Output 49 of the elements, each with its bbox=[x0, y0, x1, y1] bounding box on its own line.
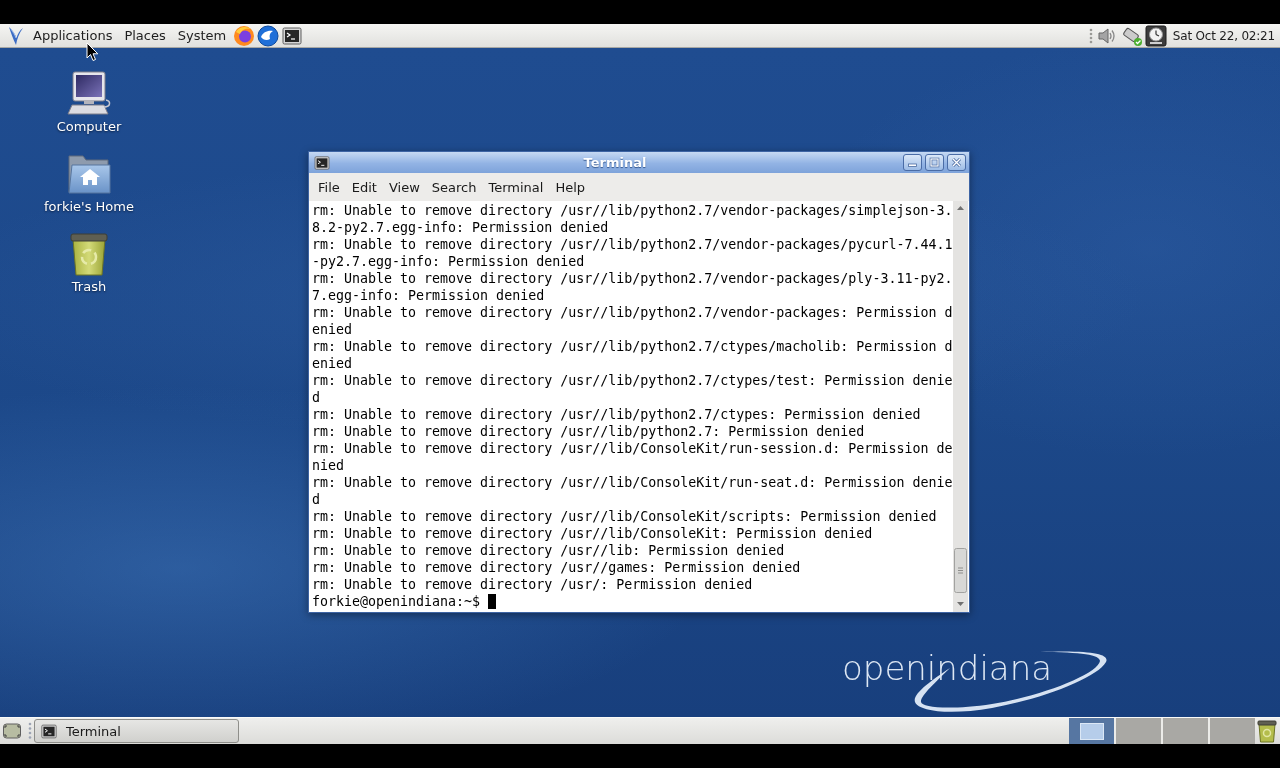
menu-item[interactable]: Search bbox=[425, 175, 483, 199]
menu-item[interactable]: Edit bbox=[345, 175, 383, 199]
close-icon bbox=[951, 157, 962, 168]
terminal-output-line: rm: Unable to remove directory /usr//lib/python2.7/ctypes: Permission denied bbox=[312, 406, 922, 423]
workspace-tile[interactable] bbox=[1116, 718, 1161, 744]
panel-menu[interactable]: Places bbox=[118, 24, 172, 47]
logo-icon[interactable] bbox=[8, 25, 24, 46]
terminal-output-line: rm: Unable to remove directory /usr//lib/python2.7: Permission denied bbox=[312, 423, 866, 440]
icon-label[interactable]: Trash bbox=[71, 278, 107, 295]
computer-icon[interactable] bbox=[65, 70, 113, 118]
workspace-tile[interactable] bbox=[1069, 718, 1114, 744]
icon-label[interactable]: forkie's Home bbox=[44, 198, 134, 215]
clock-icon[interactable] bbox=[1144, 24, 1167, 47]
panel-menu[interactable]: System bbox=[171, 24, 233, 47]
icon-label[interactable]: Computer bbox=[56, 118, 122, 135]
globe-icon[interactable] bbox=[233, 24, 256, 47]
taskbar-button[interactable]: Terminal bbox=[34, 719, 239, 743]
menu-item[interactable]: View bbox=[382, 175, 426, 199]
terminal-output-line: rm: Unable to remove directory /usr/: Permission denied bbox=[312, 576, 754, 593]
window-title: Terminal bbox=[582, 155, 648, 170]
menu-item[interactable]: Terminal bbox=[482, 175, 550, 199]
terminal-icon[interactable] bbox=[282, 26, 303, 45]
terminal-output-line: rm: Unable to remove directory /usr//games: Permission denied bbox=[312, 559, 802, 576]
terminal-output-line: rm: Unable to remove directory /usr//lib: Permission denied bbox=[312, 542, 786, 559]
maximize-icon bbox=[929, 157, 940, 168]
scrollbar[interactable] bbox=[953, 201, 968, 612]
grip-icon[interactable] bbox=[1088, 27, 1093, 44]
scrollbar-thumb[interactable] bbox=[954, 548, 967, 593]
grip-icon[interactable] bbox=[28, 722, 32, 740]
panel-clock[interactable]: Sat Oct 22, 02:21 bbox=[1166, 24, 1280, 47]
bird-globe-icon[interactable] bbox=[257, 24, 280, 47]
terminal-output-line: rm: Unable to remove directory /usr//lib/ConsoleKit/scripts: Permission denied bbox=[312, 508, 938, 525]
minimize-button[interactable] bbox=[903, 154, 922, 171]
terminal-icon[interactable] bbox=[41, 723, 57, 739]
mouse-pointer-icon bbox=[86, 42, 99, 62]
window-terminal-icon[interactable] bbox=[314, 155, 330, 170]
menu-item[interactable]: Help bbox=[549, 175, 592, 199]
terminal-prompt: forkie@openindiana:~$ bbox=[312, 594, 481, 609]
menu-item[interactable]: File bbox=[312, 175, 346, 199]
wallpaper-logo-text: openindiana bbox=[842, 649, 1053, 687]
workspace-tile[interactable] bbox=[1163, 718, 1208, 744]
terminal-output-line: rm: Unable to remove directory /usr//lib/ConsoleKit: Permission denied bbox=[312, 525, 874, 542]
trash-can-icon[interactable] bbox=[1256, 719, 1278, 743]
close-button[interactable] bbox=[947, 154, 966, 171]
speaker-icon[interactable] bbox=[1096, 25, 1117, 46]
rounded-square-icon[interactable] bbox=[2, 721, 22, 741]
workspace-tile[interactable] bbox=[1210, 718, 1255, 744]
panel-menu[interactable]: Applications bbox=[27, 24, 119, 47]
maximize-button[interactable] bbox=[925, 154, 944, 171]
